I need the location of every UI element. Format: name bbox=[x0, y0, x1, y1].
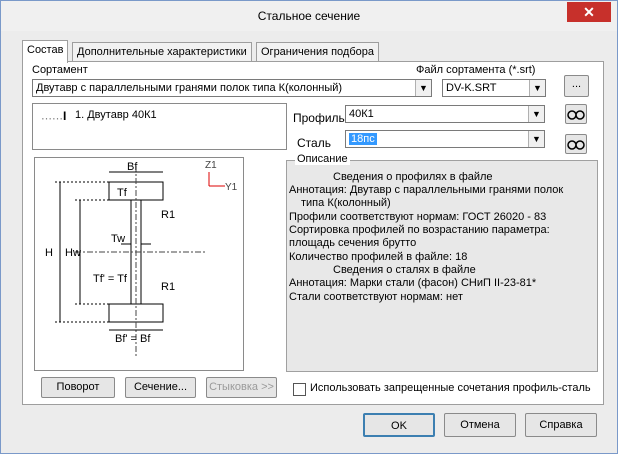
binoculars-icon[interactable] bbox=[565, 104, 587, 124]
file-label: Файл сортамента (*.srt) bbox=[416, 64, 536, 76]
desc-line: Стали соответствуют нормам: нет bbox=[289, 291, 463, 303]
desc-line: Сведения о сталях в файле bbox=[333, 264, 476, 276]
binoculars-icon[interactable] bbox=[565, 134, 587, 154]
steel-value: 18пс bbox=[349, 133, 377, 145]
description-box: Сведения о профилях в файле Аннотация: Д… bbox=[286, 160, 598, 372]
desc-line: типа К(колонный) bbox=[301, 197, 391, 209]
label-h: H bbox=[45, 247, 53, 259]
section-drawing: H Hw Bf Tf R1 Tw Tf' = Tf R1 Bf' = Bf Z1… bbox=[34, 157, 244, 371]
forbidden-combo-checkbox[interactable] bbox=[293, 383, 306, 396]
label-z1: Z1 bbox=[205, 160, 217, 171]
window-title: Стальное сечение bbox=[257, 9, 361, 23]
desc-line: площадь сечения брутто bbox=[289, 237, 417, 249]
chevron-down-icon[interactable]: ▼ bbox=[528, 131, 544, 147]
profile-tree[interactable]: ⋯⋯ I 1. Двутавр 40К1 bbox=[32, 103, 287, 150]
assortment-select[interactable]: Двутавр с параллельными гранями полок ти… bbox=[32, 79, 432, 97]
help-button[interactable]: Справка bbox=[525, 413, 597, 437]
rotate-button[interactable]: Поворот bbox=[41, 377, 115, 398]
i-beam-icon: I bbox=[63, 109, 67, 123]
label-r1-top: R1 bbox=[161, 209, 175, 221]
close-button[interactable]: ✕ bbox=[567, 2, 611, 22]
label-tw: Tw bbox=[111, 233, 125, 245]
desc-line: Количество профилей в файле: 18 bbox=[289, 251, 468, 263]
file-select[interactable]: DV-K.SRT ▼ bbox=[442, 79, 546, 97]
i-beam-diagram: H Hw Bf Tf R1 Tw Tf' = Tf R1 Bf' = Bf Z1… bbox=[45, 160, 238, 358]
tree-item[interactable]: 1. Двутавр 40К1 bbox=[75, 109, 157, 121]
chevron-down-icon[interactable]: ▼ bbox=[529, 80, 545, 96]
tab-sostav[interactable]: Состав bbox=[22, 40, 69, 63]
profile-select[interactable]: 40К1 ▼ bbox=[345, 105, 545, 123]
tree-connector: ⋯⋯ bbox=[41, 113, 63, 125]
desc-line: Профили соответствуют нормам: ГОСТ 26020… bbox=[289, 211, 547, 223]
tab-label: Ограничения подбора bbox=[261, 46, 375, 58]
desc-line: Аннотация: Марки стали (фасон) СНиП II-2… bbox=[289, 277, 537, 289]
label-y1: Y1 bbox=[225, 182, 238, 193]
cancel-button[interactable]: Отмена bbox=[444, 413, 516, 437]
tab-label: Дополнительные характеристики bbox=[77, 46, 247, 58]
chevron-down-icon[interactable]: ▼ bbox=[415, 80, 431, 96]
assortment-label: Сортамент bbox=[32, 64, 88, 76]
profile-value: 40К1 bbox=[349, 108, 374, 120]
label-hw: Hw bbox=[65, 247, 81, 259]
browse-button[interactable]: ... bbox=[564, 75, 589, 97]
label-tf2: Tf' = Tf bbox=[93, 273, 128, 285]
assortment-value: Двутавр с параллельными гранями полок ти… bbox=[36, 82, 343, 94]
chevron-down-icon[interactable]: ▼ bbox=[528, 106, 544, 122]
label-bf2: Bf' = Bf bbox=[115, 333, 151, 345]
ok-button[interactable]: OK bbox=[363, 413, 435, 437]
section-button[interactable]: Сечение... bbox=[125, 377, 196, 398]
steel-section-dialog: Стальное сечение ✕ Состав Дополнительные… bbox=[0, 0, 618, 454]
tab-label: Состав bbox=[27, 44, 64, 56]
title-bar: Стальное сечение ✕ bbox=[1, 1, 617, 31]
label-bf: Bf bbox=[127, 161, 138, 173]
label-r1-bot: R1 bbox=[161, 281, 175, 293]
desc-line: Сведения о профилях в файле bbox=[333, 171, 493, 183]
profile-label: Профиль bbox=[293, 111, 345, 125]
desc-line: Аннотация: Двутавр с параллельными граня… bbox=[289, 184, 564, 196]
desc-line: Сортировка профилей по возрастанию парам… bbox=[289, 224, 550, 236]
label-tf: Tf bbox=[117, 187, 128, 199]
tab-additional[interactable]: Дополнительные характеристики bbox=[72, 42, 252, 62]
description-title: Описание bbox=[295, 153, 350, 165]
file-value: DV-K.SRT bbox=[446, 82, 497, 94]
steel-select[interactable]: 18пс ▼ bbox=[345, 130, 545, 148]
tab-limits[interactable]: Ограничения подбора bbox=[256, 42, 380, 62]
steel-label: Сталь bbox=[297, 136, 331, 150]
forbidden-combo-label: Использовать запрещенные сочетания профи… bbox=[310, 382, 591, 394]
joint-button[interactable]: Стыковка >> bbox=[206, 377, 277, 398]
